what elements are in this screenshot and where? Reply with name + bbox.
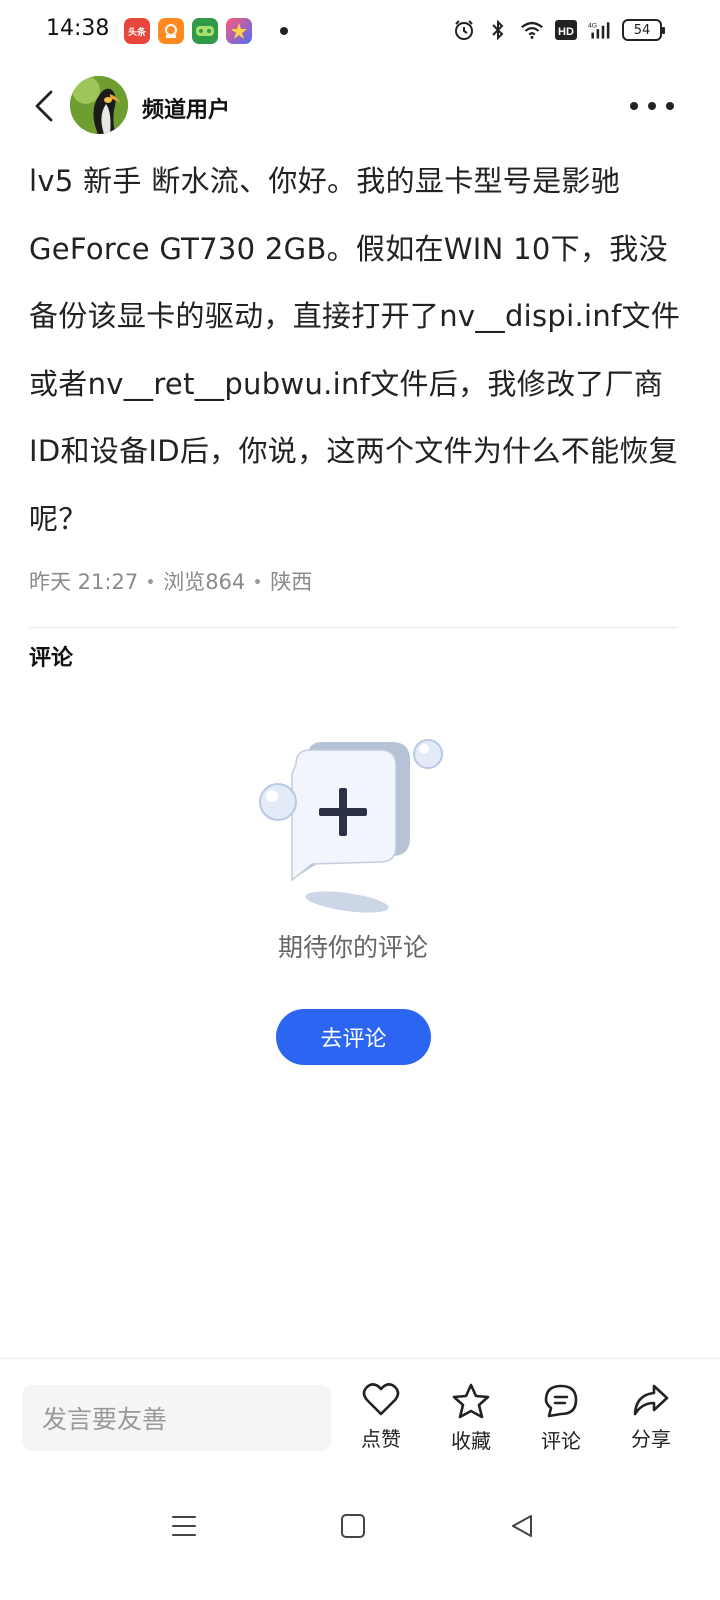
empty-comments-illustration [250, 730, 450, 930]
hd-icon: HD [554, 18, 578, 42]
comment-input[interactable]: 发言要友善 [22, 1385, 331, 1451]
store-app-icon [158, 18, 184, 44]
meta-separator [148, 578, 154, 584]
comment-button[interactable]: 评论 [531, 1383, 591, 1454]
status-time: 14:38 [46, 16, 110, 41]
bluetooth-icon [486, 18, 510, 42]
home-nav-button[interactable] [335, 1508, 371, 1544]
comment-plus-illustration-icon [259, 739, 443, 913]
signal-4g-icon: 4G [588, 18, 612, 42]
bottom-action-bar: 发言要友善 点赞 收藏 评论 分享 [0, 1358, 720, 1468]
like-label: 点赞 [361, 1427, 401, 1451]
post-date: 昨天 21:27 [29, 570, 139, 594]
star-icon [452, 1383, 490, 1419]
favorite-label: 收藏 [451, 1429, 491, 1453]
back-triangle-icon [512, 1515, 532, 1537]
toutiao-app-icon: 头条 [124, 18, 150, 44]
wifi-icon [520, 18, 544, 42]
status-bar: 14:38 头条 HD 4G 54 [0, 0, 720, 64]
meta-separator [255, 578, 261, 584]
comments-title: 评论 [29, 646, 74, 671]
back-button[interactable] [28, 86, 60, 126]
comment-icon [544, 1384, 578, 1418]
menu-nav-button[interactable] [166, 1508, 202, 1544]
divider [29, 627, 678, 628]
post-meta: 昨天 21:27 浏览864 陕西 [29, 566, 312, 596]
comment-label: 评论 [541, 1429, 581, 1453]
penguin-avatar-icon [70, 76, 128, 134]
more-dot-icon [648, 102, 656, 110]
star-app-icon [226, 18, 252, 44]
post-views: 浏览864 [163, 570, 246, 594]
more-dot-icon [666, 102, 674, 110]
battery-level: 54 [633, 22, 651, 38]
battery-icon: 54 [622, 19, 665, 41]
game-app-icon [192, 18, 218, 44]
more-dot-icon [630, 102, 638, 110]
menu-icon [172, 1516, 196, 1536]
system-status-icons: HD 4G 54 [452, 18, 665, 42]
favorite-button[interactable]: 收藏 [441, 1383, 501, 1454]
system-nav-bar [0, 1490, 720, 1560]
home-square-icon [341, 1514, 365, 1538]
post-location: 陕西 [270, 570, 313, 594]
heart-icon [362, 1383, 400, 1416]
svg-text:HD: HD [558, 26, 574, 38]
user-name[interactable]: 频道用户 [142, 92, 230, 124]
more-options-button[interactable] [630, 94, 674, 118]
like-button[interactable]: 点赞 [351, 1383, 411, 1452]
chevron-left-icon [35, 90, 53, 122]
share-label: 分享 [631, 1427, 671, 1451]
empty-comments-text: 期待你的评论 [277, 933, 428, 962]
toutiao-app-icon-label: 头条 [127, 27, 146, 38]
notification-app-icons: 头条 [124, 18, 288, 44]
share-button[interactable]: 分享 [621, 1383, 681, 1452]
alarm-icon [452, 18, 476, 42]
notification-dot [280, 27, 288, 35]
back-nav-button[interactable] [504, 1508, 540, 1544]
post-body: lv5 新手 断水流、你好。我的显卡型号是影驰GeForce GT730 2GB… [29, 164, 681, 536]
go-comment-button[interactable]: 去评论 [276, 1009, 431, 1065]
share-arrow-icon [633, 1384, 669, 1416]
svg-text:4G: 4G [588, 22, 597, 29]
user-avatar[interactable] [70, 76, 128, 134]
post-header: 频道用户 [0, 72, 720, 140]
